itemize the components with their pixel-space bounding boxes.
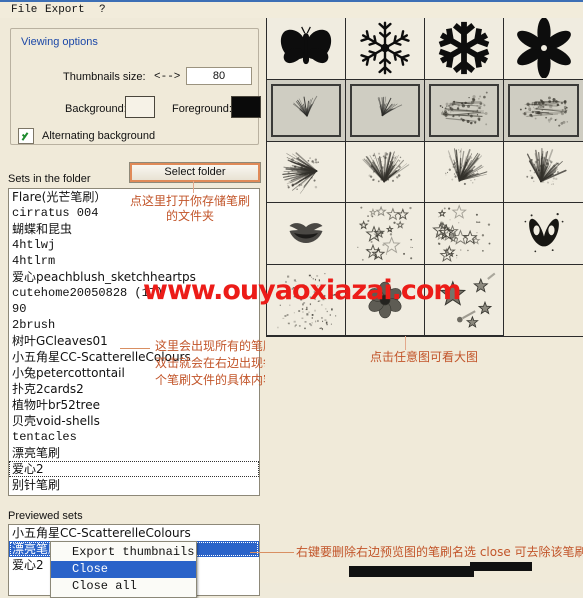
thumbnail-cell-burst-brush-3[interactable] <box>425 141 504 204</box>
thumbnail-cell-butterfly-wings-brush[interactable] <box>504 203 583 265</box>
menu-item-export[interactable]: Export <box>42 3 88 17</box>
thumbnail-cell-splatter-brush-2[interactable] <box>504 79 583 142</box>
thumbnail-cell-burst-brush-4[interactable] <box>504 141 583 204</box>
burst-brush-4-icon <box>513 142 575 203</box>
thumbnail-cell-splatter-brush-1[interactable] <box>425 79 504 142</box>
annotation-select-folder-line1: 点这里打开你存储笔刷 <box>130 194 251 208</box>
thumbnail-cell-snowflake-bold[interactable] <box>425 18 504 80</box>
application-window: File Export ? Viewing options Thumbnails… <box>0 0 583 598</box>
stars-cluster-brush-icon <box>430 203 498 264</box>
butterfly-silhouette-icon <box>275 18 337 79</box>
previewed-sets-item[interactable]: 小五角星CC-ScatterelleColours <box>9 525 259 541</box>
resize-arrows-icon[interactable]: <--> <box>154 71 180 83</box>
previewed-sets-label: Previewed sets <box>8 510 83 522</box>
thumbnails-size-label: Thumbnails size: <box>63 71 146 83</box>
burst-brush-2-icon <box>355 142 415 202</box>
lips-brush-icon <box>281 209 331 259</box>
menu-item-file[interactable]: File <box>8 3 40 17</box>
menu-item-help[interactable]: ? <box>96 3 109 17</box>
sets-list-item[interactable]: 爱心2 <box>9 461 259 477</box>
splatter-brush-1-icon <box>429 83 499 137</box>
foreground-color-swatch[interactable] <box>231 96 261 118</box>
sets-list-item[interactable]: tentacles <box>9 429 259 445</box>
sets-list-item[interactable]: 漂亮笔刷 <box>9 445 259 461</box>
redaction-bar-1 <box>349 566 474 577</box>
menu-bar: File Export ? <box>0 2 583 19</box>
sets-list-item[interactable]: 2brush <box>9 317 259 333</box>
redaction-bar-2 <box>470 562 532 571</box>
burst-brush-3-icon <box>433 142 495 203</box>
thumbnail-cell-flower-six-petal[interactable] <box>504 18 583 80</box>
thumbnail-cell-burst-brush-1[interactable] <box>267 141 346 204</box>
annotation-select-folder: 点这里打开你存储笔刷 的文件夹 <box>130 194 250 224</box>
select-folder-button[interactable]: Select folder <box>129 162 261 183</box>
stars-trail-brush-icon <box>350 203 420 264</box>
thumbnail-cell-snowflake-thin[interactable] <box>346 18 425 80</box>
annotation-leader-line-select-folder <box>193 181 194 193</box>
background-label: Background: <box>65 103 127 115</box>
sets-list-item[interactable]: 植物叶br52tree <box>9 397 259 413</box>
thumbnail-cell-butterfly-silhouette[interactable] <box>267 18 346 80</box>
context-menu-item-export-thumbnails[interactable]: Export thumbnails <box>51 544 196 561</box>
sets-list-item[interactable]: 4htlwj <box>9 237 259 253</box>
annotation-context-menu: 右键要删除右边预览图的笔刷名选 close 可去除该笔刷预览 <box>296 545 583 559</box>
thumbnail-cell-burst-brush-2[interactable] <box>346 141 425 204</box>
site-watermark: www.ouyaoxiazai.com <box>143 275 462 306</box>
background-color-swatch[interactable] <box>125 96 155 118</box>
burst-brush-1-icon <box>273 142 339 203</box>
previewed-sets-context-menu[interactable]: Export thumbnails Close Close all <box>50 541 197 598</box>
annotation-leader-line-context-menu <box>250 552 294 553</box>
annotation-leader-line-sets-list <box>120 348 150 349</box>
snowflake-thin-icon <box>355 18 415 78</box>
grass-brush-1-icon <box>271 83 341 137</box>
sets-in-folder-label: Sets in the folder <box>8 173 91 185</box>
thumbnail-cell-grass-brush-1[interactable] <box>267 79 346 142</box>
annotation-grid: 点击任意图可看大图 <box>369 350 478 364</box>
thumbnail-cell-lips-brush[interactable] <box>267 203 346 265</box>
context-menu-item-close-all[interactable]: Close all <box>51 578 196 595</box>
sets-list-item[interactable]: 贝壳void-shells <box>9 413 259 429</box>
viewing-options-title: Viewing options <box>18 36 101 48</box>
sets-list-item[interactable]: 4htlrm <box>9 253 259 269</box>
alternating-background-checkbox[interactable] <box>18 128 34 144</box>
thumbnail-cell-stars-cluster-brush[interactable] <box>425 203 504 265</box>
thumbnails-size-input[interactable]: 80 <box>186 67 252 85</box>
annotation-select-folder-line2: 的文件夹 <box>166 209 215 223</box>
grass-brush-2-icon <box>350 83 420 137</box>
thumbnail-cell-grass-brush-2[interactable] <box>346 79 425 142</box>
splatter-brush-2-icon <box>508 83 579 137</box>
thumbnail-cell-stars-trail-brush[interactable] <box>346 203 425 265</box>
context-menu-item-close[interactable]: Close <box>51 561 196 578</box>
flower-six-petal-icon <box>514 18 574 79</box>
snowflake-bold-icon <box>435 19 493 77</box>
alternating-background-label: Alternating background <box>42 130 156 142</box>
sets-list-item[interactable]: 别针笔刷 <box>9 477 259 493</box>
butterfly-wings-brush-icon <box>513 203 575 264</box>
foreground-label: Foreground: <box>172 103 232 115</box>
